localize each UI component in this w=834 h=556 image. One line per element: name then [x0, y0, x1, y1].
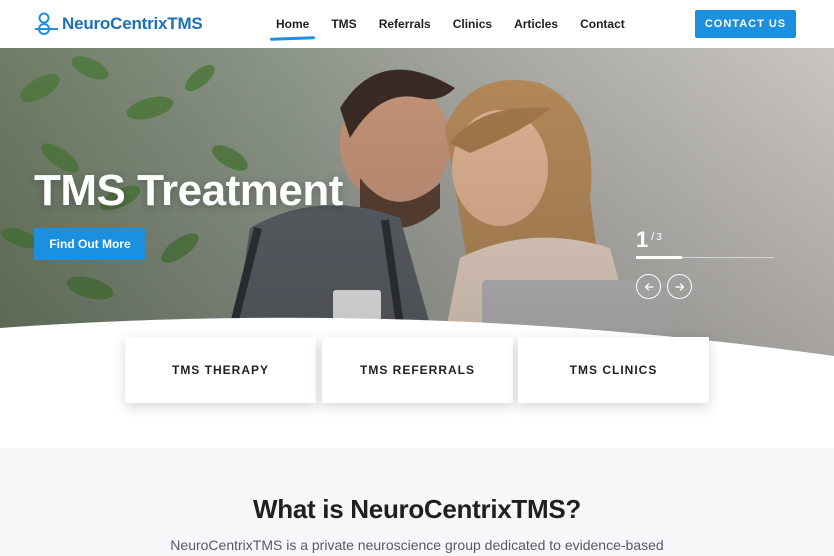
slide-total: 3: [656, 232, 662, 243]
card-tms-referrals[interactable]: TMS REFERRALS: [322, 337, 513, 403]
card-tms-therapy[interactable]: TMS THERAPY: [125, 337, 316, 403]
nav-clinics[interactable]: Clinics: [453, 17, 492, 31]
brain-logo-icon: [35, 12, 58, 35]
main-nav: Home TMS Referrals Clinics Articles Cont…: [276, 0, 647, 48]
nav-articles[interactable]: Articles: [514, 17, 558, 31]
arrow-left-icon: [644, 282, 654, 291]
slide-separator: /: [651, 231, 655, 243]
nav-home[interactable]: Home: [276, 17, 309, 31]
nav-tms[interactable]: TMS: [331, 17, 356, 31]
site-logo[interactable]: NeuroCentrixTMS: [34, 10, 203, 38]
nav-referrals[interactable]: Referrals: [379, 17, 431, 31]
slide-progress-fill: [636, 256, 682, 259]
slide-progress-bar: [636, 256, 774, 259]
hero-slider: TMS Treatment Find Out More 1 / 3: [0, 48, 834, 360]
next-slide-button[interactable]: [667, 274, 692, 299]
brand-name: NeuroCentrixTMS: [62, 14, 203, 33]
slide-current: 1: [636, 227, 649, 252]
about-title: What is NeuroCentrixTMS?: [253, 494, 581, 524]
about-section: What is NeuroCentrixTMS? NeuroCentrixTMS…: [0, 448, 834, 556]
prev-slide-button[interactable]: [636, 274, 661, 299]
card-tms-clinics[interactable]: TMS CLINICS: [518, 337, 709, 403]
nav-contact[interactable]: Contact: [580, 17, 625, 31]
site-header: NeuroCentrixTMS Home TMS Referrals Clini…: [0, 0, 834, 48]
hero-title: TMS Treatment: [34, 166, 343, 215]
find-out-more-button[interactable]: Find Out More: [34, 228, 146, 260]
arrow-right-icon: [674, 282, 684, 291]
slide-counter: 1 / 3: [636, 228, 662, 252]
contact-us-button[interactable]: CONTACT US: [695, 10, 796, 38]
about-text: NeuroCentrixTMS is a private neuroscienc…: [170, 537, 664, 553]
